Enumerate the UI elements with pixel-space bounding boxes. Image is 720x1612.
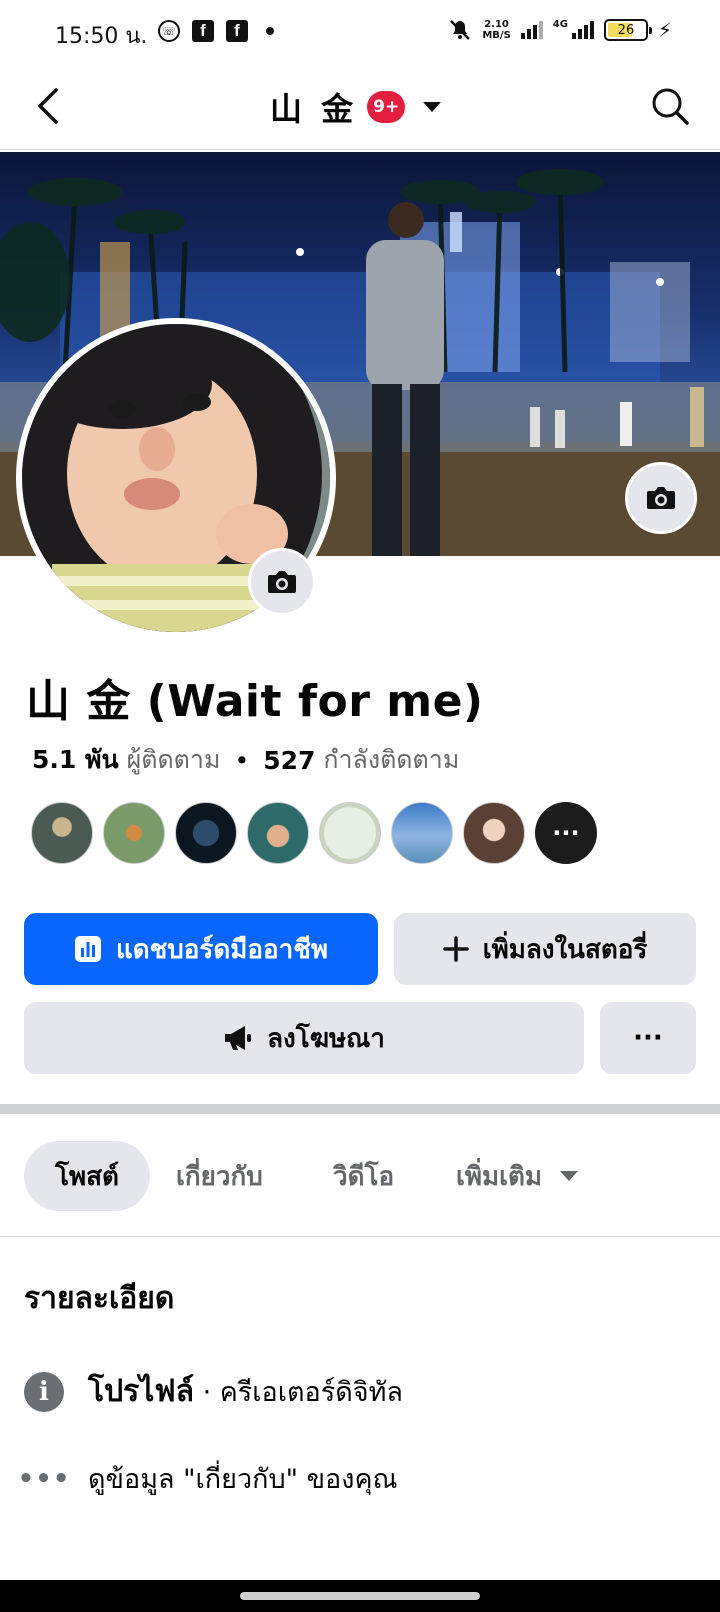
chevron-down-icon <box>423 102 442 112</box>
more-options-button[interactable]: ··· <box>600 1002 696 1074</box>
see-about-link[interactable]: ดูข้อมูล "เกี่ยวกับ" ของคุณ <box>88 1457 398 1500</box>
add-to-story-label: เพิ่มลงในสตอรี่ <box>482 934 648 965</box>
facebook-icon: f <box>192 20 214 42</box>
follower-avatars: ··· <box>31 802 597 864</box>
more-icon: ··· <box>633 1023 663 1053</box>
add-to-story-button[interactable]: เพิ่มลงในสตอรี่ <box>394 913 696 985</box>
signal-icon <box>571 21 594 39</box>
back-arrow-icon[interactable] <box>30 84 70 128</box>
profile-category-row: i โปรไฟล์ · ครีเอเตอร์ดิจิทัล <box>24 1368 403 1415</box>
notification-badge: 9+ <box>367 91 406 123</box>
more-followers-button[interactable]: ··· <box>535 802 597 864</box>
network-type: 4G <box>552 18 568 30</box>
profile-name: 山 金 (Wait for me) <box>26 676 484 727</box>
edit-cover-camera-button[interactable] <box>625 462 697 534</box>
follow-stats: 5.1 พัน ผู้ติดตาม • 527 กำลังติดตาม <box>32 740 459 780</box>
tab-more[interactable]: เพิ่มเติม <box>456 1141 579 1211</box>
signal-icon <box>520 21 543 39</box>
advertise-button[interactable]: ลงโฆษณา <box>24 1002 584 1074</box>
status-bar: 15:50 น. ☏ f f 2.10 MB/S 4G 26 ⚡ <box>0 0 720 64</box>
dot-icon <box>266 27 274 35</box>
ellipsis-icon: ••• <box>17 1463 71 1494</box>
follower-avatar[interactable] <box>103 802 165 864</box>
section-divider <box>0 1104 720 1114</box>
charging-icon: ⚡ <box>657 18 672 42</box>
status-time: 15:50 น. <box>55 24 148 49</box>
professional-dashboard-label: แดชบอร์ดมืออาชีพ <box>115 934 328 965</box>
follower-avatar[interactable] <box>31 802 93 864</box>
tab-videos[interactable]: วิดีโอ <box>333 1141 394 1211</box>
tab-posts-label: โพสต์ <box>55 1161 119 1192</box>
tab-videos-label: วิดีโอ <box>333 1161 395 1192</box>
follower-avatar[interactable] <box>247 802 309 864</box>
home-gesture-bar[interactable] <box>240 1592 480 1600</box>
edit-profile-picture-button[interactable] <box>248 548 316 616</box>
followers-count[interactable]: 5.1 พัน <box>32 740 119 780</box>
facebook-icon: f <box>226 20 248 42</box>
follower-avatar[interactable] <box>319 802 381 864</box>
battery-level: 26 <box>617 22 635 38</box>
see-about-row[interactable]: ••• ดูข้อมูล "เกี่ยวกับ" ของคุณ <box>17 1457 398 1500</box>
details-heading: รายละเอียด <box>24 1281 175 1316</box>
camera-icon <box>268 571 296 593</box>
plus-icon <box>442 936 469 962</box>
tabs-divider <box>0 1236 720 1237</box>
top-app-bar: 山 金 9+ <box>0 64 720 150</box>
tab-more-label: เพิ่มเติม <box>456 1161 543 1192</box>
following-count[interactable]: 527 <box>263 746 315 775</box>
speed-value: 2.10 <box>484 19 509 30</box>
header-title: 山 金 <box>270 90 358 128</box>
following-label[interactable]: กำลังติดตาม <box>323 740 459 780</box>
status-notification-icons: ☏ f f <box>158 20 274 42</box>
mute-icon <box>450 20 471 40</box>
follower-avatar[interactable] <box>175 802 237 864</box>
network-speed: 2.10 MB/S <box>482 19 510 41</box>
battery-icon: 26 <box>603 19 652 41</box>
speed-unit: MB/S <box>482 30 511 41</box>
tab-about-label: เกี่ยวกับ <box>176 1161 263 1192</box>
search-icon[interactable] <box>650 86 690 126</box>
follower-avatar[interactable] <box>391 802 453 864</box>
advertise-label: ลงโฆษณา <box>267 1023 385 1054</box>
tab-about[interactable]: เกี่ยวกับ <box>176 1141 263 1211</box>
profile-switcher[interactable]: 山 金 9+ <box>270 84 442 130</box>
followers-label[interactable]: ผู้ติดตาม <box>127 740 221 780</box>
profile-label: โปรไฟล์ <box>88 1374 194 1409</box>
tab-posts[interactable]: โพสต์ <box>24 1141 150 1211</box>
info-icon: i <box>24 1371 64 1412</box>
profile-category-text: โปรไฟล์ · ครีเอเตอร์ดิจิทัล <box>88 1368 403 1415</box>
whatsapp-icon: ☏ <box>158 20 180 42</box>
dashboard-icon <box>74 936 101 962</box>
follower-avatar[interactable] <box>463 802 525 864</box>
profile-category: · ครีเอเตอร์ดิจิทัล <box>193 1377 403 1408</box>
camera-icon <box>647 487 675 509</box>
chevron-down-icon <box>560 1171 579 1181</box>
status-system-icons: 2.10 MB/S 4G 26 ⚡ <box>448 18 672 42</box>
megaphone-icon <box>225 1026 252 1050</box>
professional-dashboard-button[interactable]: แดชบอร์ดมืออาชีพ <box>24 913 378 985</box>
stats-separator: • <box>234 745 250 775</box>
